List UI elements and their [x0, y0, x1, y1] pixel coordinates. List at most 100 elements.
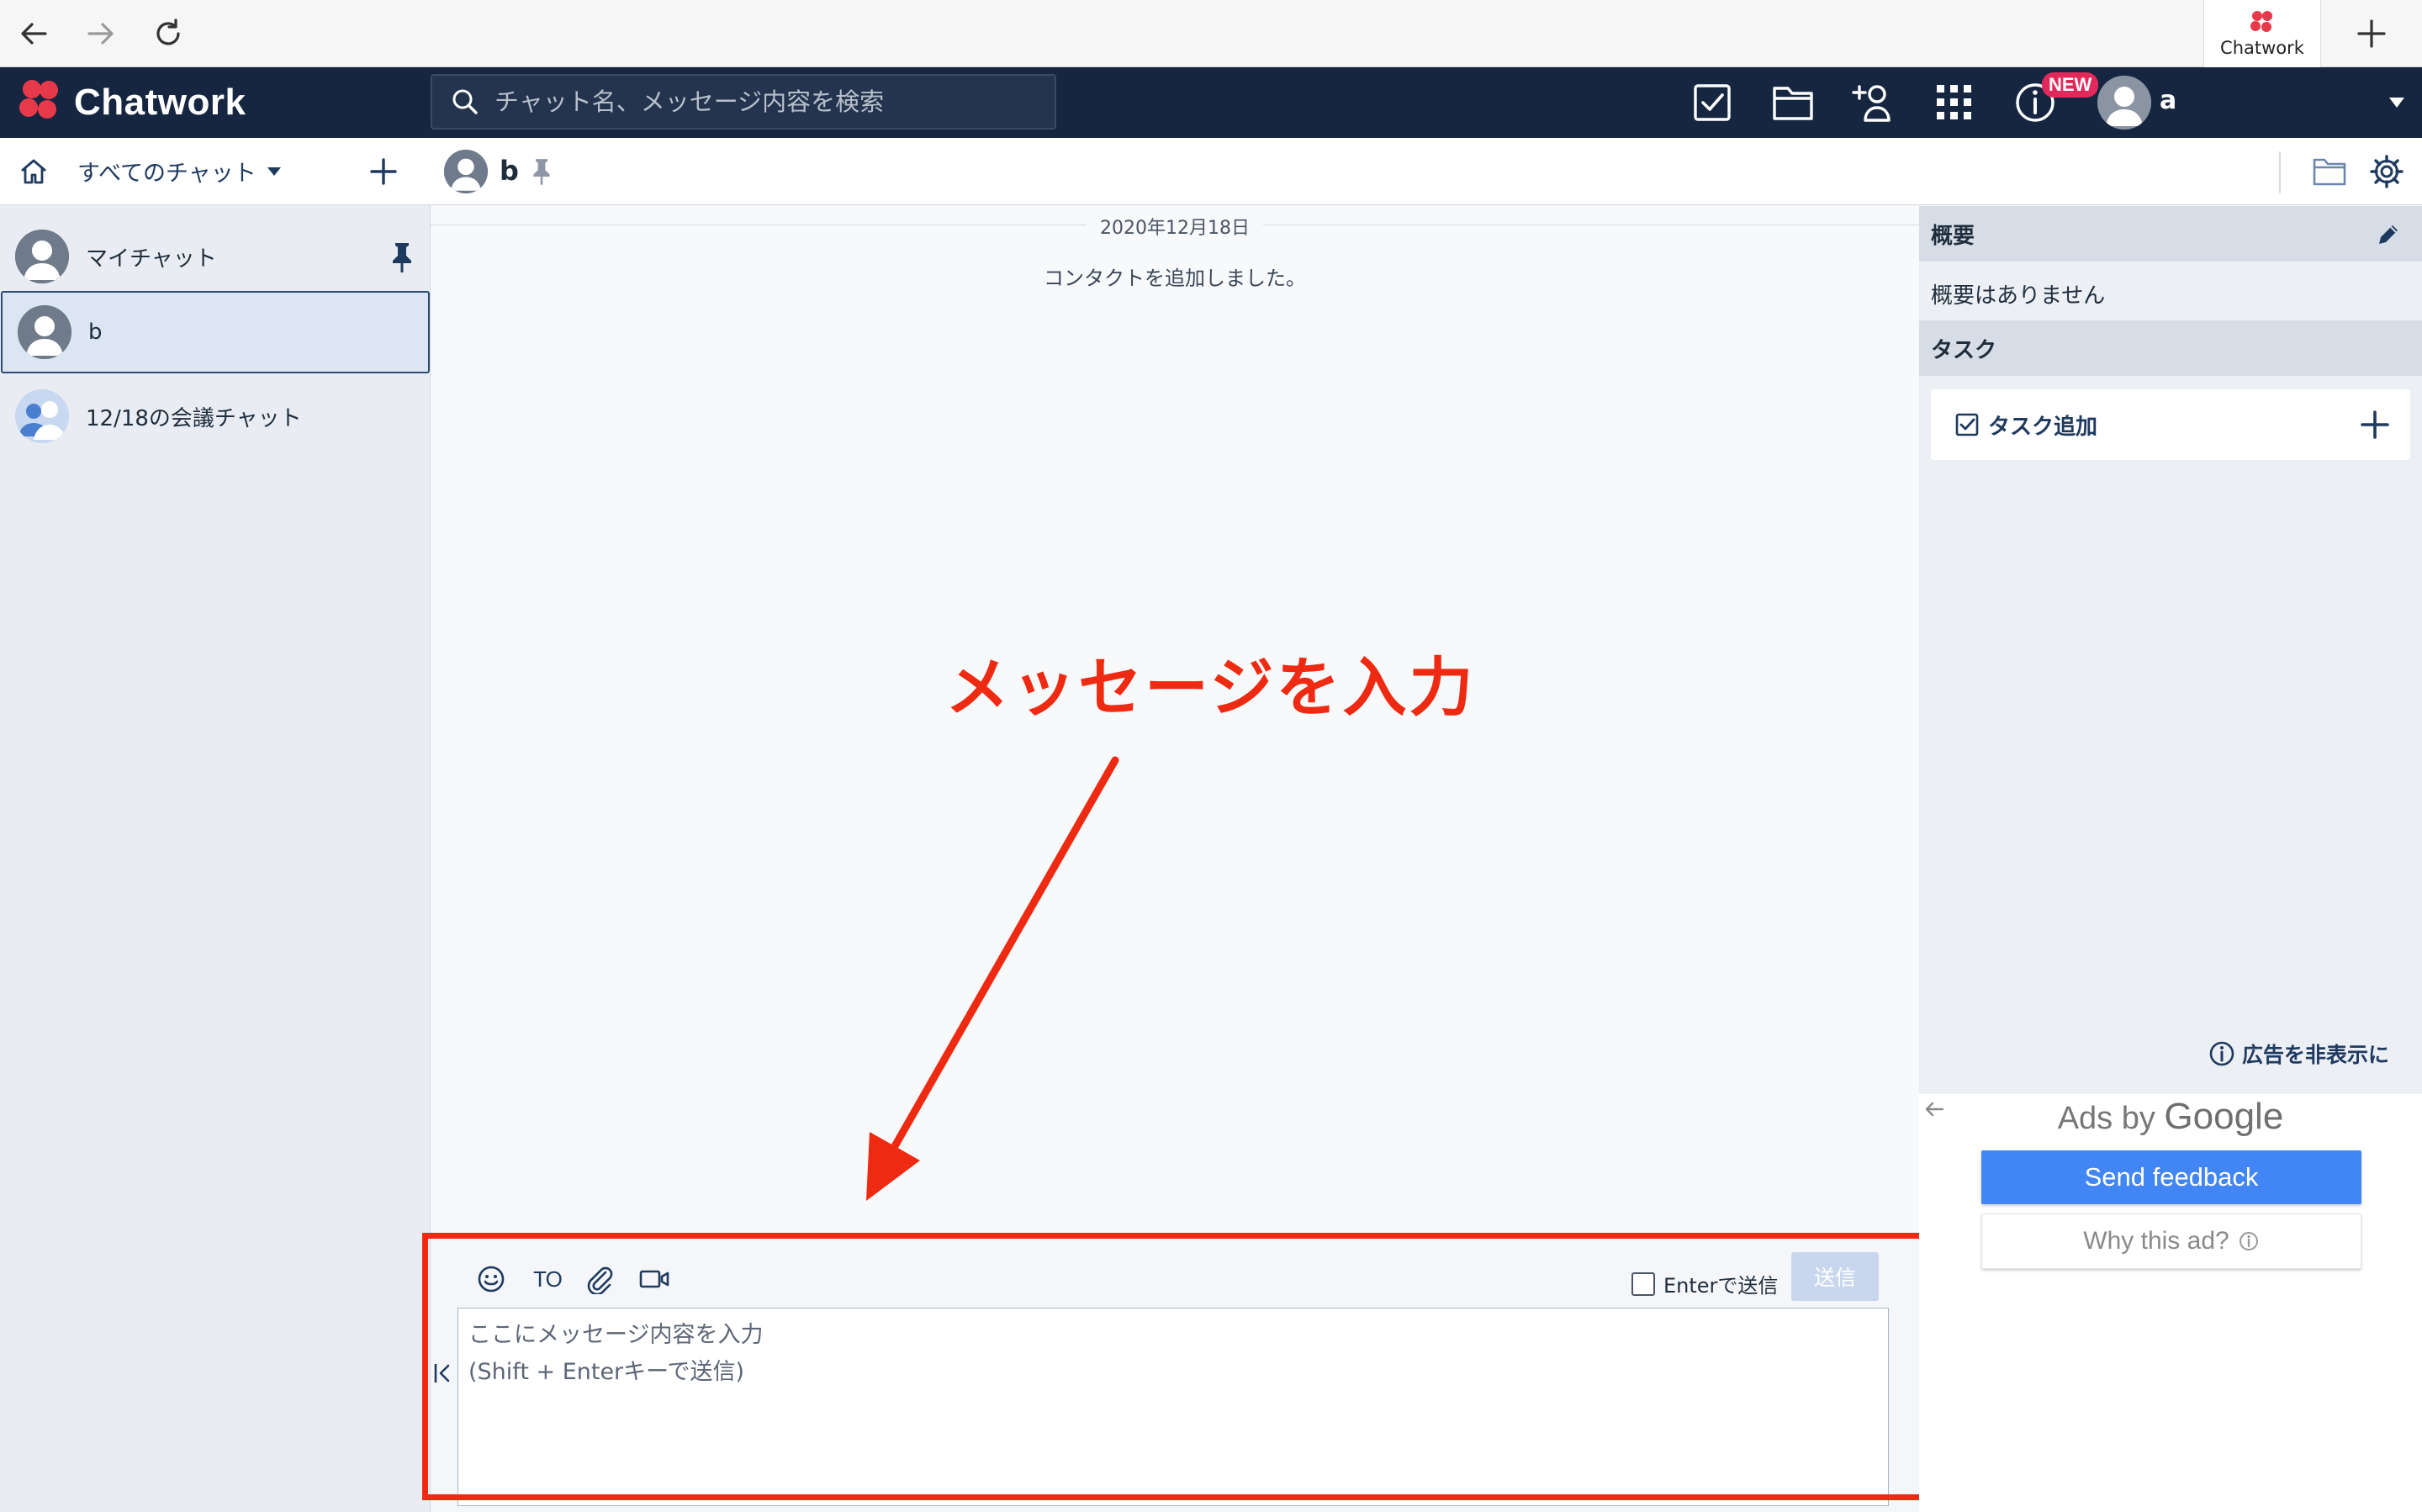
- back-button[interactable]: [12, 12, 56, 56]
- contacts-button[interactable]: [1850, 81, 1897, 124]
- send-button[interactable]: 送信: [1791, 1252, 1879, 1301]
- room-info-panel: 概要 概要はありません タスク タスク追加 広告を非表示に Ads by Goo…: [1919, 206, 2422, 1512]
- reload-icon: [156, 19, 180, 45]
- user-avatar-icon: [15, 230, 69, 283]
- new-badge: NEW: [2042, 72, 2099, 98]
- ads-by-google: Ads by Google: [1919, 1096, 2422, 1138]
- avatar: [15, 389, 69, 443]
- hide-ads-link[interactable]: 広告を非表示に: [2208, 1039, 2389, 1069]
- header-divider: [2279, 151, 2281, 193]
- forward-icon: [87, 23, 114, 45]
- chevron-down-icon: [267, 167, 281, 176]
- tasks-header: タスク: [1919, 320, 2422, 376]
- collapse-composer-handle[interactable]: [432, 1358, 452, 1388]
- home-button[interactable]: [17, 155, 50, 188]
- room-sidebar: すべてのチャット マイチャット b 12/18の会議チャット: [0, 138, 431, 1512]
- back-icon: [21, 23, 47, 45]
- annotation-label: メッセージを入力: [945, 650, 1476, 725]
- message-input[interactable]: [457, 1308, 1889, 1506]
- search-box[interactable]: [431, 74, 1056, 130]
- user-avatar-icon: [2097, 76, 2151, 130]
- enter-send-label: Enterで送信: [1663, 1274, 1779, 1298]
- chevron-down-icon: [2389, 98, 2404, 108]
- files-button[interactable]: [1769, 81, 1816, 124]
- search-input[interactable]: [494, 87, 1016, 116]
- new-tab-icon: [2357, 19, 2386, 48]
- new-tab-button[interactable]: [2350, 12, 2393, 56]
- folder-icon: [1773, 87, 1813, 120]
- chat-filter-dropdown[interactable]: すべてのチャット: [77, 155, 282, 188]
- google-wordmark: Google: [2164, 1096, 2284, 1137]
- search-icon: [451, 87, 479, 116]
- room-name: マイチャット: [86, 246, 217, 272]
- task-add-button[interactable]: タスク追加: [1931, 389, 2410, 460]
- room-item-meeting[interactable]: 12/18の会議チャット: [0, 375, 431, 457]
- to-button[interactable]: TO: [526, 1261, 568, 1298]
- attach-icon: [587, 1266, 613, 1294]
- room-name: b: [88, 320, 103, 345]
- summary-body: 概要はありません: [1931, 283, 2106, 309]
- user-avatar-icon: [18, 305, 71, 359]
- brand-name: Chatwork: [74, 82, 246, 123]
- edit-icon[interactable]: [2375, 221, 2402, 248]
- room-header: b: [431, 138, 2422, 205]
- reload-button[interactable]: [146, 12, 190, 56]
- plus-icon: [370, 158, 397, 185]
- ads-by-label: Ads by: [2057, 1101, 2155, 1136]
- browser-tab[interactable]: Chatwork: [2203, 0, 2321, 67]
- video-icon: [639, 1270, 669, 1288]
- send-feedback-button[interactable]: Send feedback: [1981, 1150, 2361, 1204]
- add-contact-icon: [1852, 85, 1891, 122]
- account-menu-button[interactable]: [2385, 91, 2409, 114]
- room-title: b: [500, 155, 519, 187]
- room-info-upper: 概要 概要はありません タスク タスク追加 広告を非表示に: [1919, 206, 2422, 1094]
- task-icon: [1694, 84, 1731, 121]
- sidebar-header: すべてのチャット: [0, 138, 431, 205]
- avatar[interactable]: [444, 150, 488, 193]
- pin-icon[interactable]: [389, 241, 415, 274]
- info-icon: [2209, 1041, 2234, 1066]
- avatar: [15, 230, 69, 283]
- task-add-label: タスク追加: [1988, 414, 2098, 440]
- room-item-mychat[interactable]: マイチャット: [0, 215, 431, 298]
- chatwork-logo-icon: [2250, 11, 2272, 32]
- summary-header: 概要: [1919, 206, 2422, 262]
- add-chat-button[interactable]: [365, 153, 402, 190]
- message-composer: TO Enterで送信 送信: [431, 1233, 1919, 1512]
- why-this-ad-label: Why this ad?: [2083, 1227, 2229, 1255]
- home-icon: [21, 159, 46, 184]
- why-this-ad-button[interactable]: Why this ad?: [1981, 1213, 2361, 1269]
- tasks-title: タスク: [1931, 337, 1997, 363]
- browser-toolbar: Chatwork: [0, 0, 2422, 67]
- to-label: TO: [533, 1266, 563, 1292]
- chatwork-logo[interactable]: Chatwork: [15, 77, 246, 128]
- enter-send-toggle[interactable]: Enterで送信: [1631, 1269, 1778, 1298]
- app-header: Chatwork NEW a: [0, 67, 2422, 138]
- hide-ads-label: 広告を非表示に: [2242, 1043, 2390, 1067]
- gear-icon[interactable]: [2368, 153, 2405, 190]
- attach-button[interactable]: [580, 1261, 617, 1298]
- plus-icon[interactable]: [2356, 406, 2393, 443]
- info-icon: [2239, 1232, 2258, 1250]
- folder-icon[interactable]: [2311, 155, 2348, 188]
- video-call-button[interactable]: [634, 1261, 674, 1298]
- room-item-b[interactable]: b: [1, 291, 430, 373]
- emoji-icon: [478, 1266, 505, 1293]
- collapse-icon: [434, 1364, 450, 1382]
- system-message: コンタクトを追加しました。: [1044, 267, 1306, 290]
- checkbox-icon: [1955, 413, 1979, 436]
- apps-button[interactable]: [1931, 81, 1978, 124]
- date-separator: 2020年12月18日: [431, 213, 1919, 240]
- browser-tab-title: Chatwork: [2220, 38, 2304, 58]
- summary-title: 概要: [1931, 223, 1975, 249]
- user-avatar-icon: [444, 150, 488, 193]
- group-avatar-icon: [15, 389, 69, 443]
- emoji-button[interactable]: [473, 1261, 510, 1298]
- enter-send-checkbox[interactable]: [1631, 1271, 1655, 1296]
- chatwork-logo-icon: [19, 80, 58, 119]
- user-name: a: [2160, 86, 2177, 115]
- forward-button[interactable]: [79, 12, 123, 56]
- pin-icon[interactable]: [530, 156, 553, 187]
- avatar[interactable]: [2097, 76, 2151, 130]
- task-list-button[interactable]: [1689, 81, 1736, 124]
